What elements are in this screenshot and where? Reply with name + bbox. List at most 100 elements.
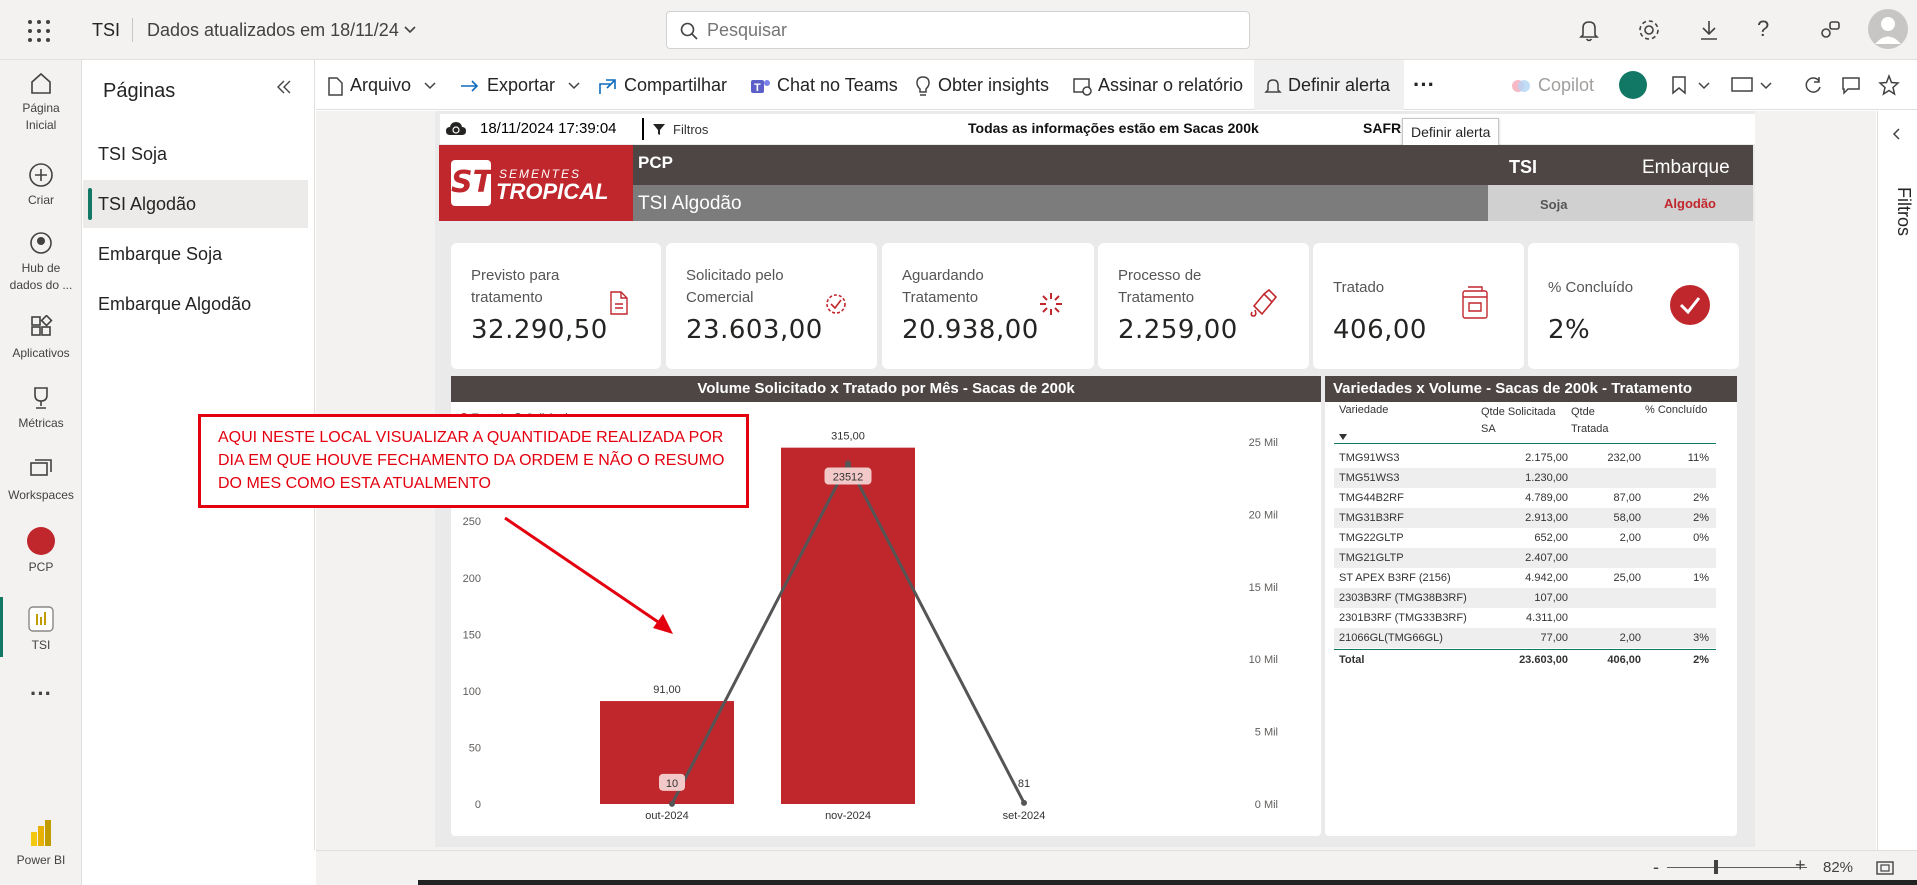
table-row[interactable]: TMG44B2RF 4.789,00 87,00 2%	[1334, 488, 1716, 508]
table-row[interactable]: TMG51WS3 1.230,00	[1334, 468, 1716, 488]
table-row[interactable]: ST APEX B3RF (2156) 4.942,00 25,00 1%	[1334, 568, 1716, 588]
table-cell: 58,00	[1613, 512, 1641, 524]
fit-page-icon[interactable]	[1876, 860, 1894, 876]
toggle-soja[interactable]: Soja	[1540, 197, 1567, 212]
y-tick-left: 50	[469, 742, 481, 754]
tooltip: Definir alerta	[1402, 118, 1500, 146]
zoom-in-button[interactable]: +	[1795, 855, 1806, 876]
page-item-active[interactable]: TSI Algodão	[83, 180, 308, 228]
page-item[interactable]: Embarque Algodão	[83, 280, 308, 328]
col-header[interactable]: Variedade	[1339, 404, 1388, 416]
filters-link[interactable]: Filtros	[673, 122, 708, 137]
filters-pane-collapsed[interactable]: Filtros	[1877, 111, 1917, 850]
table-cell: 11%	[1687, 452, 1709, 464]
filters-pane-label[interactable]: Filtros	[1884, 187, 1914, 236]
nav-home-label: Página Inicial	[22, 101, 60, 132]
search-box[interactable]	[666, 11, 1250, 49]
workspace-name[interactable]: TSI	[92, 20, 120, 41]
file-menu[interactable]: Arquivo	[326, 60, 442, 110]
table-cell: 652,00	[1534, 532, 1568, 544]
sort-desc-icon[interactable]	[1339, 434, 1347, 440]
set-alert-button[interactable]: Definir alerta	[1264, 60, 1390, 110]
avatar[interactable]	[1868, 9, 1908, 49]
copilot-button[interactable]: Copilot	[1510, 60, 1594, 110]
feedback-icon[interactable]	[1816, 16, 1844, 44]
nav-home[interactable]: Página Inicial	[0, 70, 82, 134]
zoom-out-button[interactable]: -	[1653, 857, 1659, 878]
collapse-pane-icon[interactable]	[275, 78, 293, 96]
subscribe-button[interactable]: Assinar o relatório	[1072, 60, 1243, 110]
filter-icon[interactable]	[652, 122, 666, 136]
table-row[interactable]: 21066GL(TMG66GL) 77,00 2,00 3%	[1334, 628, 1716, 648]
help-icon[interactable]: ?	[1757, 16, 1769, 42]
table-row[interactable]: TMG31B3RF 2.913,00 58,00 2%	[1334, 508, 1716, 528]
expand-pane-icon[interactable]	[1891, 127, 1903, 141]
teams-chat-button[interactable]: T Chat no Teams	[749, 60, 898, 110]
more-options-icon[interactable]: ···	[1413, 60, 1435, 110]
chevron-down-icon[interactable]	[1698, 81, 1710, 91]
search-input[interactable]	[707, 18, 1227, 42]
banner-subtitle-bar: TSI Algodão	[633, 185, 1488, 221]
data-updated-label[interactable]: Dados atualizados em 18/11/24	[147, 20, 399, 41]
table-row[interactable]: TMG22GLTP 652,00 2,00 0%	[1334, 528, 1716, 548]
col-header[interactable]: % Concluído	[1645, 404, 1707, 416]
table-cell: 21066GL(TMG66GL)	[1339, 632, 1443, 644]
gear-icon[interactable]	[1635, 16, 1663, 44]
copilot-label: Copilot	[1538, 75, 1595, 95]
bell-icon[interactable]	[1575, 16, 1603, 44]
favorite-star-icon[interactable]	[1878, 74, 1900, 96]
table-row[interactable]: TMG91WS3 2.175,00 232,00 11%	[1334, 448, 1716, 468]
insights-button[interactable]: Obter insights	[914, 60, 1049, 110]
table-cell: 2.175,00	[1525, 452, 1568, 464]
app-launcher-icon[interactable]	[28, 20, 50, 42]
table-cell: 0%	[1693, 532, 1709, 544]
x-tick: nov-2024	[825, 810, 871, 822]
download-icon[interactable]	[1695, 16, 1723, 44]
table-cell: 2.407,00	[1525, 552, 1568, 564]
zoom-level[interactable]: 82%	[1823, 859, 1853, 876]
table-total-row[interactable]: Total 23.603,00 406,00 2%	[1334, 649, 1716, 671]
comment-icon[interactable]	[1841, 75, 1861, 95]
nav-create[interactable]: Criar	[0, 162, 82, 209]
toggle-algodao[interactable]: Algodão	[1664, 196, 1716, 211]
banner-tsi-tab[interactable]: TSI	[1509, 157, 1537, 178]
nav-apps[interactable]: Aplicativos	[0, 315, 82, 362]
page-item[interactable]: TSI Soja	[83, 130, 308, 178]
banner-embarque-tab[interactable]: Embarque	[1642, 157, 1730, 179]
zoom-slider-thumb[interactable]	[1714, 860, 1718, 874]
table-row[interactable]: TMG21GLTP 2.407,00	[1334, 548, 1716, 568]
col-header[interactable]: Qtde Tratada	[1571, 404, 1621, 438]
nav-workspaces[interactable]: Workspaces	[0, 457, 82, 504]
user-icon	[1875, 17, 1901, 44]
nav-data-hub[interactable]: Hub de dados do ...	[0, 230, 82, 294]
share-button[interactable]: Compartilhar	[598, 60, 727, 110]
table-row[interactable]: 2301B3RF (TMG33B3RF) 4.311,00	[1334, 608, 1716, 628]
nav-pcp[interactable]: PCP	[0, 527, 82, 576]
powerbi-icon	[31, 820, 51, 846]
line-point	[669, 800, 675, 807]
more-icon[interactable]: ···	[0, 683, 82, 705]
col-header[interactable]: Qtde Solicitada SA	[1481, 404, 1566, 438]
nav-tsi[interactable]: TSI	[0, 605, 82, 654]
refresh-status-icon[interactable]	[1619, 71, 1647, 99]
table-cell: 4.789,00	[1525, 492, 1568, 504]
page-item[interactable]: Embarque Soja	[83, 230, 308, 278]
table-row[interactable]: 2303B3RF (TMG38B3RF) 107,00	[1334, 588, 1716, 608]
chevron-down-icon[interactable]	[404, 25, 416, 35]
chevron-down-icon	[568, 82, 580, 90]
table-cell: 3%	[1693, 632, 1709, 644]
powerbi-logo[interactable]: Power BI	[0, 818, 82, 869]
zoom-slider-track[interactable]	[1667, 867, 1807, 868]
chevron-down-icon[interactable]	[1760, 81, 1772, 91]
table-cell: TMG31B3RF	[1339, 512, 1404, 524]
left-nav: Página Inicial Criar Hub de dados do ...…	[0, 60, 82, 885]
document-icon	[610, 291, 628, 315]
bookmark-icon[interactable]	[1670, 75, 1688, 95]
view-icon[interactable]	[1731, 76, 1753, 94]
y-tick-right: 20 Mil	[1249, 509, 1278, 521]
export-menu[interactable]: Exportar	[459, 60, 586, 110]
refresh-icon[interactable]	[1803, 75, 1823, 95]
copilot-icon	[1512, 80, 1530, 93]
line-data-label: 23512	[833, 472, 864, 484]
nav-metrics[interactable]: Métricas	[0, 385, 82, 432]
